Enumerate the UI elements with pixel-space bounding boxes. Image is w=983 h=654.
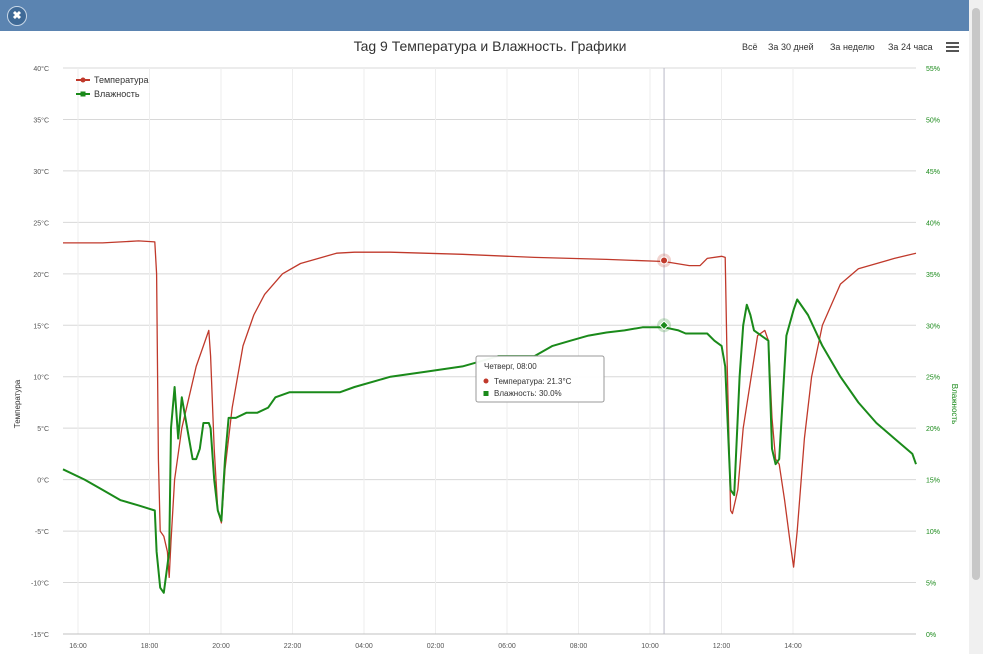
x-tick-label: 04:00 [355, 643, 373, 650]
y-left-tick-label: -5°C [35, 528, 49, 536]
x-tick-label: 20:00 [212, 643, 230, 650]
tooltip-humidity-row: Влажность: 30.0% [494, 389, 562, 398]
series-lines [62, 240, 917, 594]
y-right-tick-label: 30% [926, 323, 940, 330]
y-left-tick-label: 0°C [37, 477, 49, 485]
y-left-tick-label: 10°C [33, 374, 49, 382]
y-axis-right: 0% 5% 10% 15% 20% 25% 30% 35% 40% 45% 50% 55% [926, 66, 940, 639]
legend-item-temperature[interactable]: Температура [76, 75, 149, 85]
y-left-tick-label: 35°C [33, 116, 49, 124]
x-tick-label: 10:00 [641, 643, 659, 650]
close-icon[interactable]: ✖ [7, 6, 27, 26]
hamburger-menu-icon[interactable] [946, 42, 959, 53]
y-right-tick-label: 40% [926, 220, 940, 227]
tooltip: Четверг, 08:00 Температура: 21.3°C Влажн… [475, 355, 605, 403]
y-right-tick-label: 35% [926, 272, 940, 279]
vertical-scrollbar[interactable] [969, 0, 983, 654]
y-axis-right-title: Влажность [950, 384, 959, 425]
y-right-tick-label: 5% [926, 581, 936, 588]
line-chart: -15°C -10°C -5°C 0°C 5°C 10°C 15°C 20°C 25°C 30°C… [13, 65, 959, 650]
temperature-hover-point [660, 256, 669, 265]
range-24-hours-button[interactable]: За 24 часа [888, 42, 933, 52]
grid-lines [63, 67, 916, 635]
x-tick-label: 14:00 [784, 643, 802, 650]
humidity-series-line[interactable] [62, 298, 917, 594]
tooltip-temperature-row: Температура: 21.3°C [494, 377, 572, 386]
y-right-tick-label: 50% [926, 117, 940, 124]
x-tick-label: 02:00 [427, 643, 445, 650]
y-left-tick-label: -10°C [31, 580, 49, 588]
legend[interactable]: Температура Влажность [76, 75, 149, 99]
y-left-tick-label: 25°C [33, 219, 49, 227]
x-axis: 16:00 18:00 20:00 22:00 04:00 02:00 06:00 08:00… [63, 633, 916, 650]
window-title-bar: ✖ [0, 0, 983, 31]
tooltip-header: Четверг, 08:00 [484, 362, 537, 371]
x-tick-label: 18:00 [141, 643, 159, 650]
y-right-tick-label: 15% [926, 478, 940, 485]
range-30-days-button[interactable]: За 30 дней [768, 42, 814, 52]
legend-item-humidity[interactable]: Влажность [76, 89, 140, 99]
y-right-tick-label: 45% [926, 169, 940, 176]
y-right-tick-label: 25% [926, 375, 940, 382]
y-left-tick-label: 20°C [33, 271, 49, 279]
temperature-series-line[interactable] [63, 240, 917, 579]
y-right-tick-label: 20% [926, 426, 940, 433]
x-tick-label: 06:00 [498, 643, 516, 650]
y-left-tick-label: 15°C [33, 322, 49, 330]
x-tick-label: 22:00 [284, 643, 302, 650]
y-axis-left: -15°C -10°C -5°C 0°C 5°C 10°C 15°C 20°C 25°C 30°C… [31, 65, 49, 639]
y-right-tick-label: 0% [926, 632, 936, 639]
legend-label-humidity: Влажность [94, 89, 140, 99]
tooltip-temperature-marker [483, 378, 489, 384]
tooltip-humidity-marker [483, 391, 489, 396]
y-axis-left-title: Температура [13, 379, 22, 428]
x-tick-label: 08:00 [570, 643, 588, 650]
range-week-button[interactable]: За неделю [830, 42, 875, 52]
y-left-tick-label: 30°C [33, 168, 49, 176]
legend-label-temperature: Температура [94, 75, 149, 85]
x-tick-label: 12:00 [713, 643, 731, 650]
y-left-tick-label: -15°C [31, 631, 49, 639]
y-left-tick-label: 5°C [37, 425, 49, 433]
range-all-button[interactable]: Всё [742, 42, 758, 52]
scrollbar-thumb[interactable] [972, 8, 980, 580]
y-left-tick-label: 40°C [33, 65, 49, 73]
y-right-tick-label: 55% [926, 66, 940, 73]
x-tick-label: 16:00 [69, 643, 87, 650]
y-right-tick-label: 10% [926, 529, 940, 536]
